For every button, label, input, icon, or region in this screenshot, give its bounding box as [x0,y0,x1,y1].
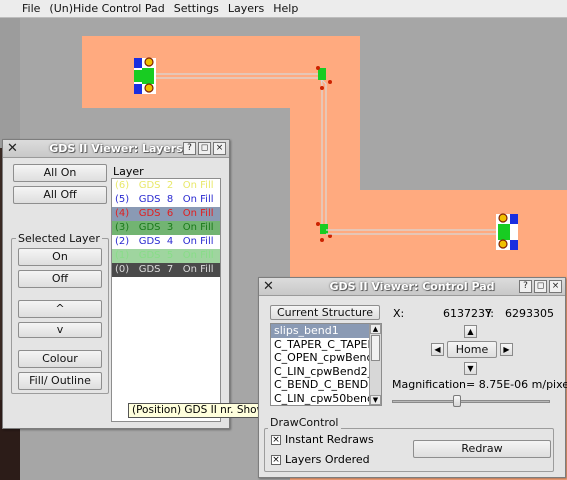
instant-redraws-label: Instant Redraws [285,433,374,446]
layer-row[interactable]: (0) GDS 7 On Fill [112,263,220,277]
all-on-button[interactable]: All On [13,164,107,182]
draw-control-label: DrawControl [268,416,341,429]
layer-row[interactable]: (2) GDS 4 On Fill [112,235,220,249]
close-button[interactable]: × [213,142,226,155]
structure-list[interactable]: slips_bend1C_TAPER_C_TAPER2C_OPEN_cpwBen… [270,323,382,406]
layers-ordered-checkbox[interactable]: × [271,455,281,465]
close-button[interactable]: × [549,280,562,293]
redraw-button[interactable]: Redraw [413,440,551,458]
structure-row[interactable]: C_LIN_cpwBend2_s [271,365,369,379]
structure-row[interactable]: C_BEND_C_BEND2 [271,378,369,392]
structure-row[interactable]: C_OPEN_cpwBend_ [271,351,369,365]
window-edge [0,18,20,148]
scrollbar-thumb[interactable] [371,335,380,361]
all-off-button[interactable]: All Off [13,186,107,204]
layer-row[interactable]: (3) GDS 3 On Fill [112,221,220,235]
move-layer-up-button[interactable]: ^ [18,300,102,318]
menu-help[interactable]: Help [273,2,298,15]
restore-button[interactable]: ◻ [534,280,547,293]
scroll-down-icon[interactable]: ▼ [370,395,381,405]
magnification-label: Magnification= 8.75E-06 m/pixel [392,378,567,391]
layers-ordered-label: Layers Ordered [285,453,370,466]
home-button[interactable]: Home [447,341,497,358]
fill-outline-button[interactable]: Fill/ Outline [18,372,102,390]
menu-hide-control-pad[interactable]: (Un)Hide Control Pad [49,2,164,15]
structure-row[interactable]: C_TAPER_C_TAPER2 [271,338,369,352]
layer-row[interactable]: (6) GDS 2 On Fill [112,179,220,193]
control-pad-titlebar[interactable]: ✕ GDS II Viewer: Control Pad ? ◻ × [259,278,565,296]
move-layer-down-button[interactable]: v [18,322,102,338]
pan-right-icon[interactable]: ▶ [500,343,513,356]
scroll-up-icon[interactable]: ▲ [370,324,381,334]
pan-left-icon[interactable]: ◀ [431,343,444,356]
layers-titlebar[interactable]: ✕ GDS II Viewer: Layers ? ◻ × [3,140,229,158]
layer-list[interactable]: (6) GDS 2 On Fill (5) GDS 8 On Fill (4) GD… [111,178,221,422]
menu-file[interactable]: File [22,2,40,15]
layer-row[interactable]: (4) GDS 6 On Fill [112,207,220,221]
layer-list-header: Layer [113,165,144,178]
pan-down-icon[interactable]: ▼ [464,362,477,375]
layers-window: ✕ GDS II Viewer: Layers ? ◻ × All On All… [2,139,230,429]
current-structure-button[interactable]: Current Structure [270,305,380,320]
structure-row[interactable]: C_LIN_cpw50bend [271,392,369,406]
structure-row[interactable]: slips_bend1 [271,324,369,338]
help-button[interactable]: ? [183,142,196,155]
layer-on-button[interactable]: On [18,248,102,266]
selected-layer-label: Selected Layer [16,232,102,245]
layer-row[interactable]: (5) GDS 8 On Fill [112,193,220,207]
magnification-slider-handle[interactable] [453,395,461,407]
menu-settings[interactable]: Settings [174,2,219,15]
help-button[interactable]: ? [519,280,532,293]
menubar: File (Un)Hide Control Pad Settings Layer… [0,0,567,18]
layer-off-button[interactable]: Off [18,270,102,288]
instant-redraws-checkbox[interactable]: × [271,435,281,445]
layer-row[interactable]: (1) GDS 5 On Fill [112,249,220,263]
colour-button[interactable]: Colour [18,350,102,368]
x-label: X: [393,307,405,320]
menu-layers[interactable]: Layers [228,2,264,15]
control-pad-window: ✕ GDS II Viewer: Control Pad ? ◻ × Curre… [258,277,567,478]
pan-up-icon[interactable]: ▲ [464,325,477,338]
magnification-slider[interactable] [392,395,550,407]
y-label: Y: [485,307,494,320]
restore-button[interactable]: ◻ [198,142,211,155]
y-value: 6293305 [505,307,554,320]
structure-list-scrollbar[interactable]: ▲ ▼ [369,324,381,405]
